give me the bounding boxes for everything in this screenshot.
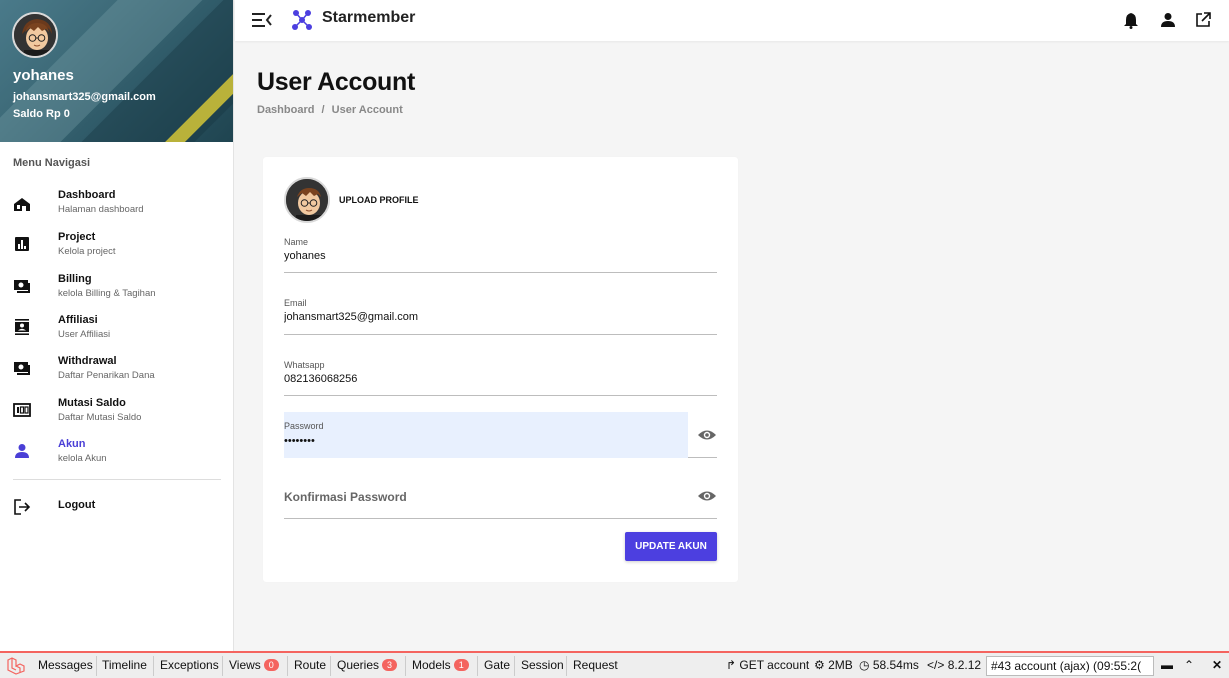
- debug-tab-gate[interactable]: Gate: [484, 658, 510, 672]
- sidebar-item-mutasi-saldo[interactable]: Mutasi Saldo Daftar Mutasi Saldo: [0, 397, 234, 437]
- breadcrumb-current: User Account: [331, 104, 403, 116]
- external-link-icon[interactable]: [1194, 11, 1212, 29]
- request-method: ↱ GET account: [726, 658, 810, 672]
- password-field[interactable]: Password ••••••••: [284, 412, 717, 458]
- confirm-password-field[interactable]: Konfirmasi Password: [284, 475, 717, 519]
- topbar: Starmember: [235, 0, 1229, 41]
- sidebar-item-dashboard[interactable]: Dashboard Halaman dashboard: [0, 189, 234, 229]
- sidebar-item-project[interactable]: Project Kelola project: [0, 231, 234, 271]
- chevron-up-icon[interactable]: ⌃: [1184, 658, 1194, 672]
- profile-email: johansmart325@gmail.com: [13, 91, 156, 103]
- debug-tab-session[interactable]: Session: [521, 658, 564, 672]
- home-icon: [14, 198, 30, 211]
- sidebar-item-affiliasi[interactable]: Affiliasi User Affiliasi: [0, 314, 234, 354]
- profile-saldo: Saldo Rp 0: [13, 108, 70, 120]
- profile-name: yohanes: [13, 67, 74, 84]
- debugbar: Messages Timeline Exceptions Views 0 Rout…: [0, 651, 1229, 678]
- menu-divider: [13, 479, 221, 480]
- sidebar: yohanes johansmart325@gmail.com Saldo Rp…: [0, 0, 234, 651]
- page-title: User Account: [257, 68, 416, 96]
- whatsapp-label: Whatsapp: [284, 360, 325, 370]
- sidebar-item-sub: Kelola project: [58, 246, 116, 257]
- views-count-badge: 0: [263, 659, 279, 671]
- name-field[interactable]: Name: [284, 235, 717, 273]
- profile-header: yohanes johansmart325@gmail.com Saldo Rp…: [0, 0, 233, 142]
- memory-usage: ⚙ 2MB: [814, 658, 853, 672]
- sidebar-item-sub: Daftar Mutasi Saldo: [58, 412, 142, 423]
- name-input[interactable]: [284, 250, 674, 262]
- sidebar-item-withdrawal[interactable]: Withdrawal Daftar Penarikan Dana: [0, 355, 234, 395]
- avatar[interactable]: [12, 12, 58, 58]
- update-account-button[interactable]: UPDATE AKUN: [625, 532, 717, 561]
- sidebar-item-sub: kelola Akun: [58, 453, 107, 464]
- password-input[interactable]: ••••••••: [284, 435, 674, 447]
- debug-tab-queries[interactable]: Queries 3: [337, 658, 398, 672]
- user-icon[interactable]: [1159, 11, 1177, 29]
- show-password-icon[interactable]: [697, 489, 717, 503]
- bell-icon[interactable]: [1122, 11, 1140, 29]
- close-icon[interactable]: ✕: [1212, 658, 1222, 672]
- queries-count-badge: 3: [382, 659, 398, 671]
- upload-profile-button[interactable]: UPLOAD PROFILE: [339, 195, 419, 205]
- sidebar-item-label: Dashboard: [58, 189, 116, 201]
- sidebar-item-sub: Daftar Penarikan Dana: [58, 370, 155, 381]
- sidebar-item-akun[interactable]: Akun kelola Akun: [0, 438, 234, 478]
- email-label: Email: [284, 298, 307, 308]
- breadcrumb-dashboard[interactable]: Dashboard: [257, 104, 314, 116]
- show-password-icon[interactable]: [697, 428, 717, 442]
- sidebar-item-label: Akun: [58, 438, 86, 450]
- debug-tab-exceptions[interactable]: Exceptions: [160, 658, 219, 672]
- menu-title: Menu Navigasi: [13, 157, 91, 169]
- sidebar-item-label: Mutasi Saldo: [58, 397, 126, 409]
- pin-icon: [13, 403, 31, 417]
- sidebar-item-label: Withdrawal: [58, 355, 117, 367]
- email-input[interactable]: [284, 311, 674, 323]
- folder-icon[interactable]: ▬: [1161, 658, 1173, 672]
- whatsapp-field[interactable]: Whatsapp: [284, 358, 717, 396]
- email-field[interactable]: Email: [284, 297, 717, 335]
- person-icon: [15, 444, 29, 458]
- sidebar-item-label: Project: [58, 231, 96, 243]
- brand-name[interactable]: Starmember: [322, 9, 415, 27]
- profile-avatar: [284, 177, 330, 223]
- debug-tab-request[interactable]: Request: [573, 658, 618, 672]
- password-label: Password: [284, 421, 324, 431]
- debug-tab-models[interactable]: Models 1: [412, 658, 469, 672]
- sidebar-item-billing[interactable]: Billing kelola Billing & Tagihan: [0, 273, 234, 313]
- laravel-logo-icon[interactable]: [6, 657, 26, 675]
- money-icon: [14, 280, 30, 293]
- sidebar-item-sub: kelola Billing & Tagihan: [58, 288, 156, 299]
- contact-icon: [15, 319, 29, 335]
- logout-button[interactable]: Logout: [0, 499, 234, 539]
- sidebar-item-label: Billing: [58, 273, 92, 285]
- brand-logo-icon: [292, 10, 312, 30]
- chart-icon: [15, 237, 29, 251]
- sidebar-item-sub: User Affiliasi: [58, 329, 111, 340]
- debug-tab-views[interactable]: Views 0: [229, 658, 279, 672]
- sidebar-item-sub: Halaman dashboard: [58, 204, 144, 215]
- breadcrumb: Dashboard / User Account: [257, 104, 407, 116]
- php-version: </> 8.2.12: [927, 658, 982, 672]
- name-label: Name: [284, 237, 309, 247]
- menu-toggle-icon[interactable]: [251, 10, 273, 30]
- debug-tab-messages[interactable]: Messages: [38, 658, 93, 672]
- debug-tab-timeline[interactable]: Timeline: [102, 658, 147, 672]
- money-icon: [14, 362, 30, 375]
- models-count-badge: 1: [453, 659, 469, 671]
- account-form-card: UPLOAD PROFILE Name Email Whatsapp Passw…: [263, 157, 738, 582]
- logout-label: Logout: [58, 499, 96, 511]
- debug-tab-route[interactable]: Route: [294, 658, 326, 672]
- logout-icon: [14, 499, 31, 515]
- sidebar-item-label: Affiliasi: [58, 314, 98, 326]
- request-select[interactable]: #43 account (ajax) (09:55:2(: [986, 656, 1154, 676]
- confirm-password-input[interactable]: Konfirmasi Password: [284, 490, 407, 504]
- whatsapp-input[interactable]: [284, 373, 674, 385]
- request-time: ◷ 58.54ms: [859, 658, 919, 672]
- breadcrumb-separator: /: [321, 104, 325, 116]
